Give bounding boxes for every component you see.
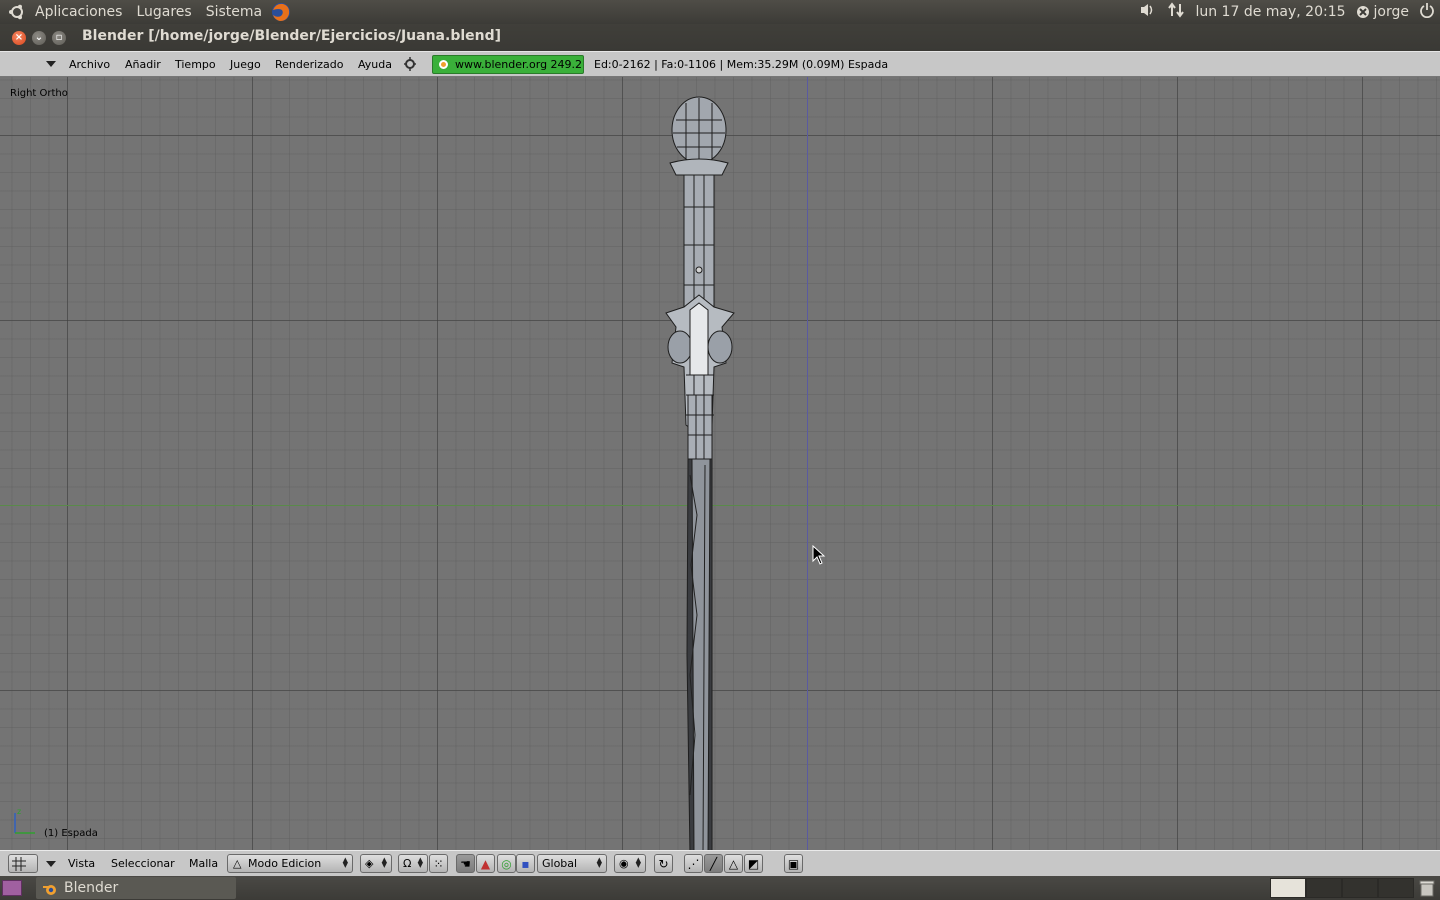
pivot-icon: Ω <box>403 857 412 870</box>
translate-manipulator-button[interactable]: ▲ <box>476 854 495 873</box>
cube-icon: ◩ <box>747 856 760 871</box>
scene-stats: Ed:0-2162 | Fa:0-1106 | Mem:35.29M (0.09… <box>594 58 889 71</box>
user-status-icon <box>1356 6 1369 18</box>
workspace-switcher[interactable] <box>1270 878 1414 898</box>
proportional-icon: ◉ <box>619 857 629 870</box>
face-icon: △ <box>728 856 739 871</box>
editor-type-button[interactable] <box>8 854 38 873</box>
snap-toggle-button[interactable]: ↻ <box>654 854 673 873</box>
active-object-label: (1) Espada <box>44 828 98 839</box>
draw-type-select[interactable]: ◈ ▲ ▼ <box>360 854 392 873</box>
vertex-select-button[interactable]: ⋰ <box>684 854 703 873</box>
info-header: Archivo Añadir Tiempo Juego Renderizado … <box>0 51 1440 77</box>
workspace-4[interactable] <box>1378 878 1414 898</box>
user-name: jorge <box>1373 4 1409 20</box>
hand-icon: ☚ <box>460 856 471 871</box>
snap-icon: ↻ <box>658 856 669 871</box>
trash-icon[interactable] <box>1418 879 1436 900</box>
bottom-panel: Blender [/home/jorge/Bl... <box>0 876 1440 900</box>
user-menu[interactable]: jorge <box>1356 4 1409 20</box>
close-button[interactable]: × <box>12 31 26 45</box>
minimize-button[interactable]: ⌄ <box>32 31 46 45</box>
vertex-icon: ⋰ <box>687 856 700 871</box>
translate-icon: ▲ <box>480 856 491 871</box>
proportional-edit-select[interactable]: ◉ ▲ ▼ <box>614 854 646 873</box>
blender-logo-icon <box>439 60 448 69</box>
solid-shading-icon: ◈ <box>365 857 374 870</box>
volume-icon[interactable] <box>1139 2 1157 22</box>
window-titlebar[interactable]: × ⌄ ▫ Blender [/home/jorge/Blender/Ejerc… <box>0 24 1440 51</box>
workspace-2[interactable] <box>1306 878 1342 898</box>
menu-system[interactable]: Sistema <box>199 0 269 24</box>
header-collapse-icon[interactable] <box>46 61 56 67</box>
mode-value: Modo Edicion <box>248 857 322 870</box>
axis-gizmo-icon: z <box>14 807 35 834</box>
rotate-icon: ◎ <box>501 856 512 871</box>
menu-applications[interactable]: Aplicaciones <box>28 0 129 24</box>
3d-viewport[interactable]: Right Ortho z (1) Espada <box>0 77 1440 850</box>
taskbar-item-blender[interactable]: Blender [/home/jorge/Bl... <box>36 877 236 899</box>
menu-archivo[interactable]: Archivo <box>69 58 110 71</box>
render-preview-button[interactable]: ▣ <box>784 854 803 873</box>
header-collapse-icon[interactable] <box>46 861 56 867</box>
menu-seleccionar[interactable]: Seleccionar <box>111 857 175 870</box>
show-desktop-icon[interactable] <box>2 880 22 896</box>
rotate-manipulator-button[interactable]: ◎ <box>497 854 516 873</box>
pivot-select[interactable]: Ω ▲ ▼ <box>398 854 428 873</box>
menu-tiempo[interactable]: Tiempo <box>175 58 216 71</box>
edge-icon: ╱ <box>709 856 718 871</box>
maximize-button[interactable]: ▫ <box>52 31 66 45</box>
image-icon: ▣ <box>787 856 800 871</box>
orientation-value: Global <box>542 857 578 870</box>
3d-view-header: Vista Seleccionar Malla △ Modo Edicion ▲… <box>0 850 1440 876</box>
orientation-select[interactable]: Global ▲ ▼ <box>537 854 607 873</box>
y-axis-line <box>807 77 808 850</box>
menu-juego[interactable]: Juego <box>230 58 261 71</box>
menu-places[interactable]: Lugares <box>129 0 198 24</box>
mouse-cursor-icon <box>812 545 826 565</box>
blender-logo-icon <box>42 881 58 900</box>
top-panel: Aplicaciones Lugares Sistema lun 17 de m… <box>0 0 1440 24</box>
network-icon[interactable] <box>1167 2 1185 22</box>
sword-mesh[interactable] <box>650 95 750 850</box>
dots-grid-icon: ⁙ <box>433 856 444 871</box>
workspace-1[interactable] <box>1270 878 1306 898</box>
blender-version-badge: www.blender.org 249.2 <box>432 55 584 74</box>
grid-icon <box>12 857 26 871</box>
taskbar-item-label: Blender [/home/jorge/Bl... <box>64 880 119 896</box>
maximize-icon: ▫ <box>55 32 63 43</box>
close-icon: × <box>14 32 24 43</box>
edge-select-button[interactable]: ╱ <box>704 854 723 873</box>
occlude-geometry-button[interactable]: ◩ <box>744 854 763 873</box>
power-icon[interactable] <box>1419 2 1435 22</box>
layer-toggle-button[interactable]: ⁙ <box>429 854 448 873</box>
version-text: www.blender.org 249.2 <box>455 58 583 71</box>
updown-icon: ▲ ▼ <box>596 856 602 869</box>
axis-z-label: z <box>17 807 21 816</box>
updown-icon: ▲ ▼ <box>635 856 641 869</box>
scale-manipulator-button[interactable]: ▪ <box>516 854 535 873</box>
view-name: Right Ortho <box>10 88 68 99</box>
menu-malla[interactable]: Malla <box>189 857 218 870</box>
window-title: Blender [/home/jorge/Blender/Ejercicios/… <box>82 28 502 44</box>
firefox-icon[interactable] <box>269 0 293 24</box>
mode-select[interactable]: △ Modo Edicion ▲ ▼ <box>227 854 353 873</box>
clock[interactable]: lun 17 de may, 20:15 <box>1195 4 1345 20</box>
updown-icon: ▲ ▼ <box>342 856 348 869</box>
menu-ayuda[interactable]: Ayuda <box>358 58 392 71</box>
ubuntu-logo-icon[interactable] <box>6 1 28 23</box>
scene-icon[interactable] <box>403 56 417 75</box>
edit-mode-icon: △ <box>233 857 242 870</box>
workspace-3[interactable] <box>1342 878 1378 898</box>
minimize-icon: ⌄ <box>34 32 44 43</box>
manipulator-toggle-button[interactable]: ☚ <box>456 854 475 873</box>
scale-icon: ▪ <box>521 856 530 871</box>
menu-anadir[interactable]: Añadir <box>125 58 161 71</box>
updown-icon: ▲ ▼ <box>417 856 423 869</box>
updown-icon: ▲ ▼ <box>381 856 387 869</box>
face-select-button[interactable]: △ <box>724 854 743 873</box>
menu-vista[interactable]: Vista <box>68 857 95 870</box>
menu-renderizado[interactable]: Renderizado <box>275 58 343 71</box>
